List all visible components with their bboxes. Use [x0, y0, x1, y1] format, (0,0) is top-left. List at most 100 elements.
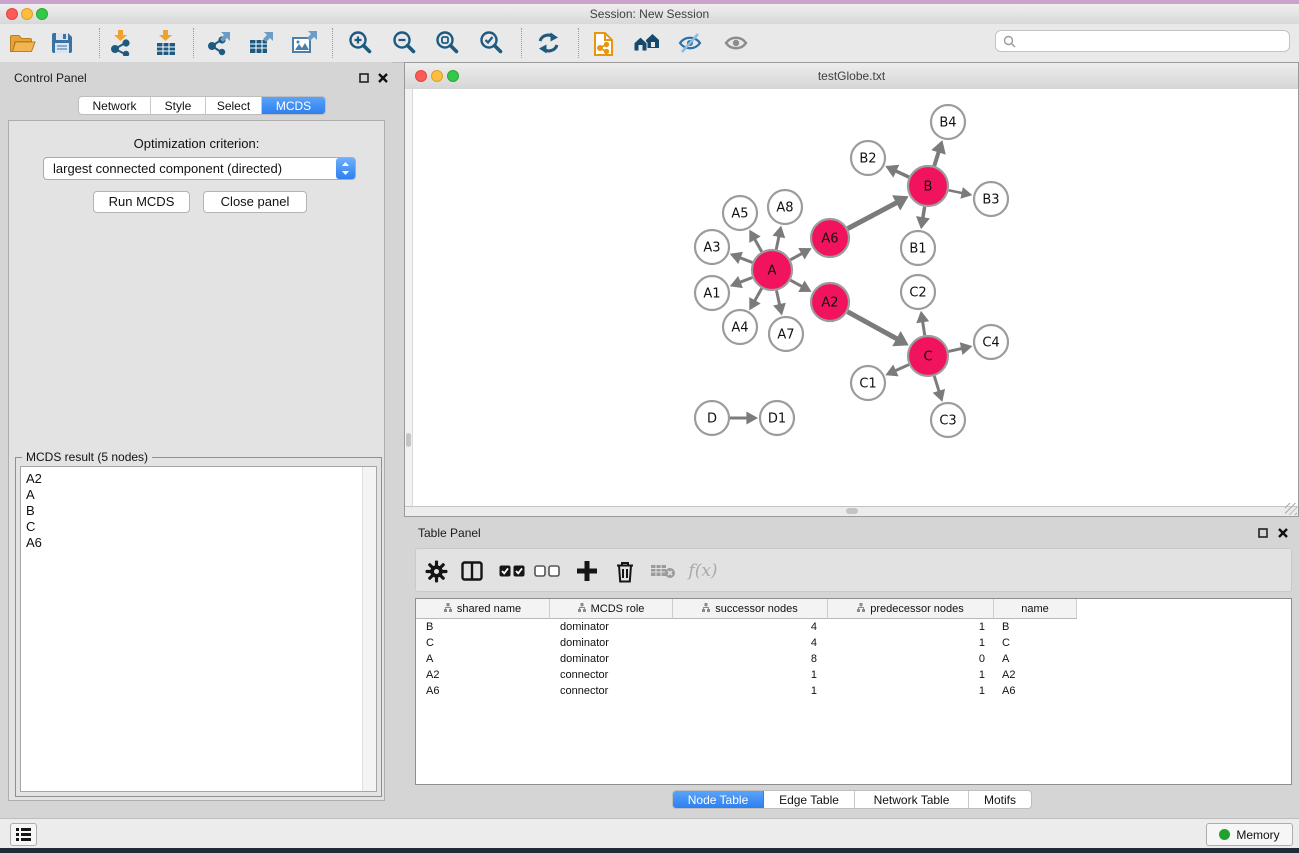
export-table-icon[interactable] [247, 29, 275, 57]
column-header-successor-nodes[interactable]: successor nodes [673, 599, 828, 619]
column-header-name[interactable]: name [994, 599, 1077, 619]
table-row-c[interactable]: Cdominator41C [416, 635, 1291, 651]
tab-style[interactable]: Style [151, 97, 206, 114]
graph-node-A[interactable]: A [752, 250, 792, 290]
mcds-result-item-a2[interactable]: A2 [26, 471, 42, 487]
graph-edge-A-A5[interactable] [749, 230, 761, 252]
network-vertical-scrollbar[interactable] [405, 89, 413, 507]
graph-edge-A-A7[interactable] [773, 291, 786, 316]
graph-edge-A-A3[interactable] [730, 252, 753, 264]
search-input[interactable] [1022, 32, 1286, 52]
open-file-icon[interactable] [8, 29, 36, 57]
graph-edge-C-C4[interactable] [948, 342, 972, 355]
select-all-checkboxes-icon[interactable] [497, 558, 527, 584]
graph-node-A2[interactable]: A2 [811, 283, 849, 321]
graph-node-A7[interactable]: A7 [769, 317, 803, 351]
show-all-eye-icon[interactable] [722, 29, 750, 57]
import-network-icon[interactable] [107, 29, 135, 57]
graph-node-C1[interactable]: C1 [851, 366, 885, 400]
window-resize-handle[interactable] [1285, 503, 1297, 515]
mcds-result-item-a[interactable]: A [26, 487, 35, 503]
zoom-in-icon[interactable] [347, 29, 375, 57]
graph-node-B1[interactable]: B1 [901, 231, 935, 265]
graph-node-A1[interactable]: A1 [695, 276, 729, 310]
graph-node-C2[interactable]: C2 [901, 275, 935, 309]
vertical-scrollbar-thumb[interactable] [406, 433, 411, 447]
graph-node-A4[interactable]: A4 [723, 310, 757, 344]
mcds-result-item-a6[interactable]: A6 [26, 535, 42, 551]
graph-node-B2[interactable]: B2 [851, 141, 885, 175]
graph-node-B4[interactable]: B4 [931, 105, 965, 139]
zoom-out-icon[interactable] [391, 29, 419, 57]
graph-node-A6[interactable]: A6 [811, 219, 849, 257]
graph-edge-B-B4[interactable] [931, 140, 946, 166]
show-columns-icon[interactable] [457, 558, 487, 584]
deselect-all-checkboxes-icon[interactable] [532, 558, 562, 584]
function-builder-icon[interactable]: f(x) [688, 558, 718, 584]
search-field[interactable] [995, 30, 1290, 52]
close-panel-button[interactable]: Close panel [203, 191, 307, 213]
graph-node-D1[interactable]: D1 [760, 401, 794, 435]
graph-node-D[interactable]: D [695, 401, 729, 435]
graph-edge-C-C1[interactable] [885, 365, 909, 377]
export-network-icon[interactable] [205, 29, 233, 57]
column-header-shared-name[interactable]: shared name [416, 599, 550, 619]
table-row-a[interactable]: Adominator80A [416, 651, 1291, 667]
float-panel-icon[interactable] [357, 71, 371, 85]
tab-edge-table[interactable]: Edge Table [764, 791, 855, 808]
delete-table-icon[interactable] [648, 558, 678, 584]
graph-edge-C-C2[interactable] [916, 311, 929, 335]
tab-select[interactable]: Select [206, 97, 262, 114]
tab-network[interactable]: Network [79, 97, 151, 114]
close-panel-icon[interactable] [376, 71, 390, 85]
network-from-file-icon[interactable] [590, 29, 618, 57]
tab-node-table[interactable]: Node Table [673, 791, 764, 808]
graph-node-A8[interactable]: A8 [768, 190, 802, 224]
graph-edge-B-B1[interactable] [916, 207, 930, 230]
graph-node-A3[interactable]: A3 [695, 230, 729, 264]
save-session-icon[interactable] [48, 29, 76, 57]
graph-node-B3[interactable]: B3 [974, 182, 1008, 216]
graph-edge-A-A1[interactable] [730, 276, 753, 288]
graph-node-C4[interactable]: C4 [974, 325, 1008, 359]
zoom-fit-icon[interactable] [434, 29, 462, 57]
graph-edge-A-A2[interactable] [790, 280, 811, 292]
table-row-a2[interactable]: A2connector11A2 [416, 667, 1291, 683]
memory-button[interactable]: Memory [1206, 823, 1293, 846]
table-settings-gear-icon[interactable] [421, 558, 451, 584]
column-header-predecessor-nodes[interactable]: predecessor nodes [828, 599, 994, 619]
graph-edge-B-B2[interactable] [885, 165, 909, 178]
graph-node-C3[interactable]: C3 [931, 403, 965, 437]
graph-edge-A2-C[interactable] [848, 312, 909, 347]
tab-network-table[interactable]: Network Table [855, 791, 969, 808]
graph-edge-B-B3[interactable] [949, 187, 973, 199]
zoom-selected-icon[interactable] [478, 29, 506, 57]
home-view-icon[interactable] [633, 29, 661, 57]
run-mcds-button[interactable]: Run MCDS [93, 191, 190, 213]
add-row-icon[interactable] [572, 558, 602, 584]
mcds-result-item-c[interactable]: C [26, 519, 35, 535]
refresh-icon[interactable] [534, 29, 562, 57]
delete-row-trash-icon[interactable] [610, 558, 640, 584]
export-image-icon[interactable] [290, 29, 318, 57]
result-list-scrollbar[interactable] [362, 467, 376, 791]
graph-node-B[interactable]: B [908, 166, 948, 206]
graph-edge-D-D1[interactable] [730, 412, 758, 425]
graph-node-C[interactable]: C [908, 336, 948, 376]
graph-edge-A-A6[interactable] [790, 248, 811, 260]
import-table-icon[interactable] [152, 29, 180, 57]
table-row-b[interactable]: Bdominator41B [416, 619, 1291, 635]
close-table-panel-icon[interactable] [1276, 526, 1290, 540]
optimization-criterion-dropdown[interactable]: largest connected component (directed) [43, 157, 356, 180]
column-header-MCDS-role[interactable]: MCDS role [550, 599, 673, 619]
graph-edge-A-A4[interactable] [749, 288, 761, 310]
tab-motifs[interactable]: Motifs [969, 791, 1031, 808]
graph-edge-A-A8[interactable] [772, 226, 785, 250]
horizontal-scrollbar-thumb[interactable] [846, 508, 858, 514]
graph-node-A5[interactable]: A5 [723, 196, 757, 230]
hide-selected-eye-icon[interactable] [676, 29, 704, 57]
graph-edge-C-C3[interactable] [933, 376, 945, 402]
network-canvas[interactable]: B4 B2 B B3 A8 A5 A6 A3 B1 A A1 C2 A2 A4 A7 C4 C C1 C3 D D1 [405, 89, 1298, 507]
network-horizontal-scrollbar[interactable] [405, 506, 1298, 516]
mcds-result-item-b[interactable]: B [26, 503, 35, 519]
